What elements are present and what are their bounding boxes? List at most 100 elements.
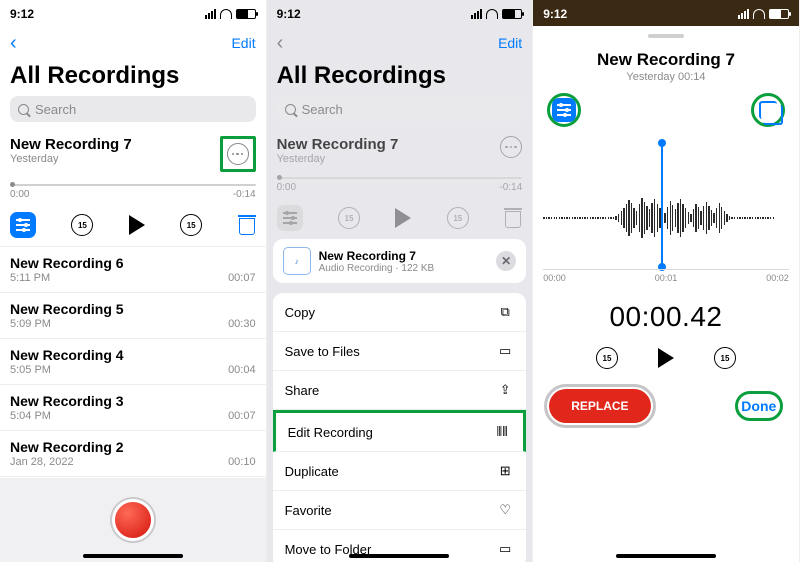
list-item[interactable]: New Recording 35:04 PM00:07: [0, 385, 266, 431]
playback-controls: 15 15: [267, 197, 533, 239]
signal-icon: [738, 9, 749, 19]
home-indicator[interactable]: [349, 554, 449, 558]
edit-button[interactable]: Edit: [231, 35, 255, 51]
done-highlight: Done: [735, 391, 783, 421]
record-button[interactable]: [112, 499, 154, 541]
skip-back-button[interactable]: 15: [71, 214, 93, 236]
progress-bar[interactable]: [10, 184, 256, 186]
playhead[interactable]: [661, 143, 663, 267]
options-highlight: [547, 93, 581, 127]
list-item[interactable]: New Recording 45:05 PM00:04: [0, 339, 266, 385]
waveform[interactable]: 00:00 00:01 00:02: [543, 139, 789, 289]
recording-subtitle: Yesterday: [10, 153, 132, 165]
edit-recording-screen: 9:12 New Recording 7 Yesterday 00:14 00:…: [533, 0, 800, 562]
menu-favorite[interactable]: Favorite♡: [273, 491, 527, 530]
status-icons: [738, 9, 789, 19]
recording-subtitle: Yesterday: [277, 153, 399, 165]
editor-title: New Recording 7: [533, 50, 799, 70]
search-input[interactable]: Search: [277, 96, 523, 122]
replace-button[interactable]: REPLACE: [549, 389, 650, 423]
play-button[interactable]: [129, 215, 145, 235]
wifi-icon: [220, 9, 232, 19]
wifi-icon: [486, 9, 498, 19]
back-button[interactable]: ‹: [277, 32, 284, 55]
share-icon: ⇪: [496, 381, 514, 399]
options-button: [277, 205, 303, 231]
time-axis: 00:00 00:01 00:02: [543, 269, 789, 289]
list-item[interactable]: New Recording 65:11 PM00:07: [0, 247, 266, 293]
status-bar: 9:12: [267, 0, 533, 28]
signal-icon: [205, 9, 216, 19]
play-button[interactable]: [658, 348, 674, 368]
search-icon: [285, 104, 296, 115]
search-placeholder: Search: [35, 102, 76, 117]
options-button[interactable]: [10, 212, 36, 238]
battery-icon: [236, 9, 256, 19]
status-bar: 9:12: [0, 0, 266, 28]
trim-button[interactable]: [759, 101, 777, 119]
home-indicator[interactable]: [616, 554, 716, 558]
options-button[interactable]: [552, 98, 576, 122]
recording-title: New Recording 7: [277, 136, 399, 153]
copy-icon: ⧉: [496, 303, 514, 321]
skip-forward-button[interactable]: 15: [714, 347, 736, 369]
audio-file-icon: ♪: [283, 247, 311, 275]
progress-bar: [277, 177, 523, 179]
search-icon: [18, 104, 29, 115]
search-placeholder: Search: [302, 102, 343, 117]
menu-save-to-files[interactable]: Save to Files▭: [273, 332, 527, 371]
more-button: [500, 136, 522, 158]
record-bar: [0, 478, 266, 562]
sheet-file-sub: Audio Recording · 122 KB: [319, 263, 435, 274]
menu-duplicate[interactable]: Duplicate⊞: [273, 452, 527, 491]
wifi-icon: [753, 9, 765, 19]
more-button[interactable]: [227, 143, 249, 165]
menu-edit-recording[interactable]: Edit Recording⦀⦀: [273, 410, 527, 452]
delete-button[interactable]: [238, 215, 256, 235]
skip-back-button[interactable]: 15: [596, 347, 618, 369]
status-bar: 9:12: [533, 0, 799, 28]
folder-icon: ▭: [496, 540, 514, 558]
duplicate-icon: ⊞: [496, 462, 514, 480]
skip-forward-button[interactable]: 15: [180, 214, 202, 236]
menu-copy[interactable]: Copy⧉: [273, 293, 527, 332]
crop-highlight: [751, 93, 785, 127]
waveform-bars: [543, 194, 789, 242]
menu-share[interactable]: Share⇪: [273, 371, 527, 410]
folder-icon: ▭: [496, 342, 514, 360]
page-title: All Recordings: [267, 58, 533, 96]
status-icons: [205, 9, 256, 19]
heart-icon: ♡: [496, 501, 514, 519]
list-item[interactable]: New Recording 55:09 PM00:30: [0, 293, 266, 339]
nav-bar: ‹ Edit: [267, 28, 533, 58]
sheet-header: ♪ New Recording 7 Audio Recording · 122 …: [273, 239, 527, 283]
page-title: All Recordings: [0, 58, 266, 96]
done-button[interactable]: Done: [735, 394, 782, 418]
sheet-grabber[interactable]: [648, 34, 684, 38]
more-highlight: [220, 136, 256, 172]
share-sheet-screen: 9:12 ‹ Edit All Recordings Search New Re…: [267, 0, 534, 562]
time-end: -0:14: [499, 182, 522, 193]
clock: 9:12: [277, 7, 301, 21]
skip-forward-button: 15: [447, 207, 469, 229]
all-recordings-screen: 9:12 ‹ Edit All Recordings Search New Re…: [0, 0, 267, 562]
current-recording[interactable]: New Recording 7 Yesterday 0:00 -0:14: [0, 130, 266, 204]
search-input[interactable]: Search: [10, 96, 256, 122]
home-indicator[interactable]: [83, 554, 183, 558]
back-button[interactable]: ‹: [10, 32, 17, 55]
close-button[interactable]: ✕: [496, 251, 516, 271]
clock: 9:12: [10, 7, 34, 21]
status-icons: [471, 9, 522, 19]
current-recording: New Recording 7 Yesterday 0:00 -0:14: [267, 130, 533, 197]
list-item[interactable]: New Recording 2Jan 28, 202200:10: [0, 431, 266, 477]
time-start: 0:00: [10, 189, 29, 200]
editor-subtitle: Yesterday 00:14: [533, 71, 799, 83]
recording-title: New Recording 7: [10, 136, 132, 153]
edit-button[interactable]: Edit: [498, 35, 522, 51]
time-start: 0:00: [277, 182, 296, 193]
recordings-list: New Recording 65:11 PM00:07 New Recordin…: [0, 246, 266, 477]
play-button: [395, 208, 411, 228]
delete-button: [504, 208, 522, 228]
clock: 9:12: [543, 7, 567, 21]
current-time: 00:00.42: [533, 301, 799, 333]
